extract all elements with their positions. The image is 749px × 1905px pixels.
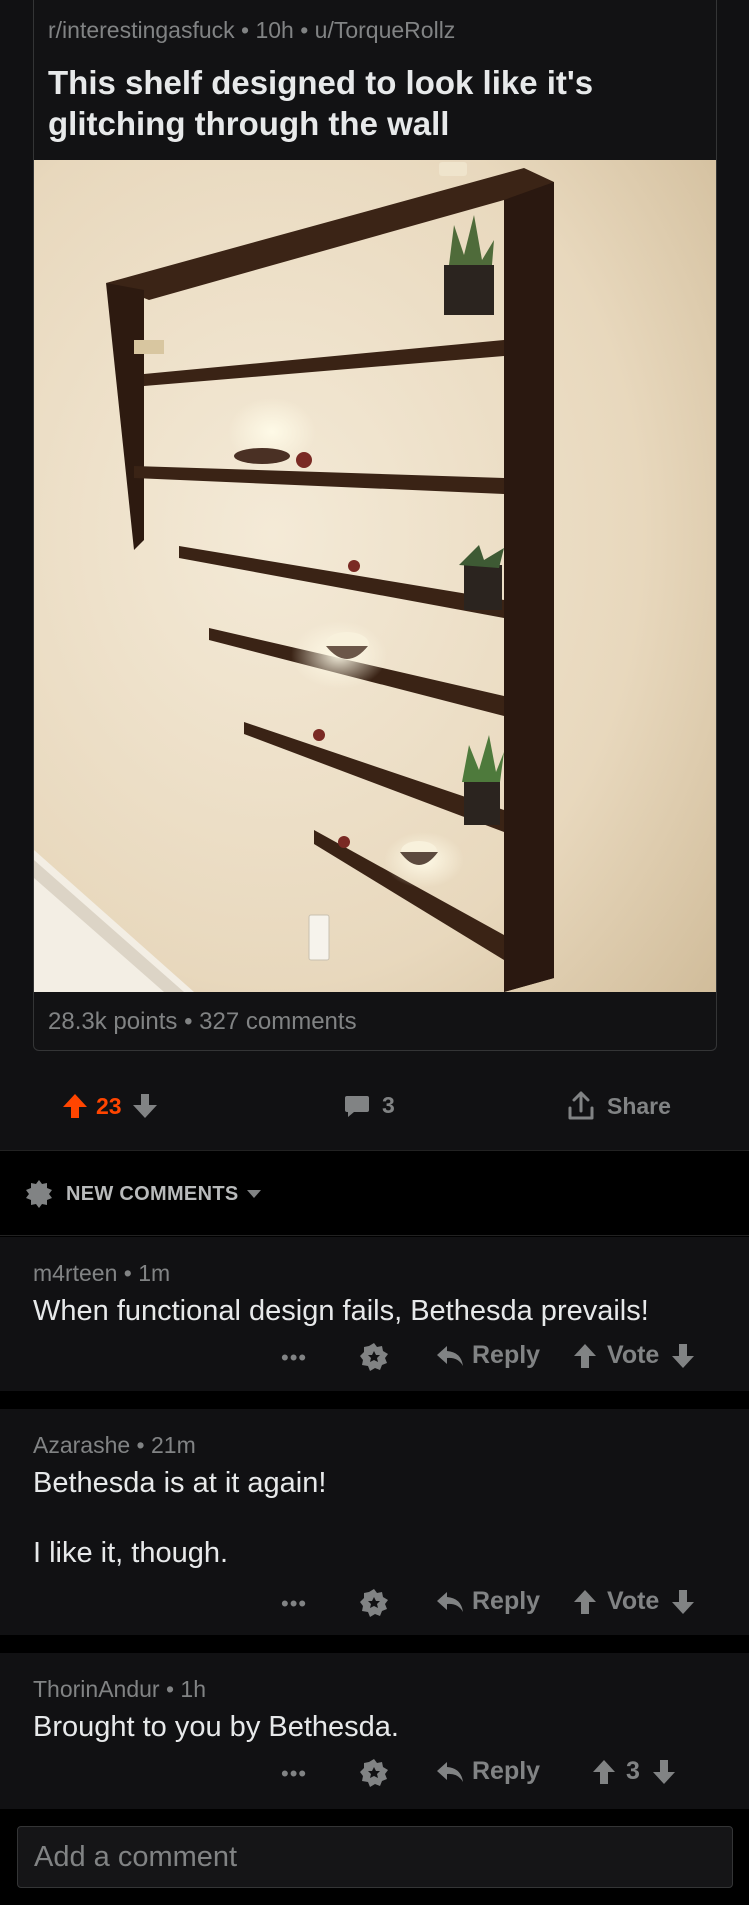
comment-body-line-1: Bethesda is at it again! xyxy=(33,1467,327,1499)
reply-button[interactable]: Reply xyxy=(436,1587,540,1616)
upvote-arrow-icon[interactable] xyxy=(592,1759,616,1785)
post-vote-count: 23 xyxy=(96,1092,122,1119)
comment-vote-group: Vote xyxy=(573,1341,695,1370)
shelf-photo xyxy=(34,160,716,992)
comment-item: m4rteen • 1m When functional design fail… xyxy=(0,1237,749,1391)
comment-body-line-2: I like it, though. xyxy=(33,1537,229,1569)
comment-vote-group: 3 xyxy=(592,1757,676,1786)
comments-button[interactable]: 3 xyxy=(344,1092,395,1119)
post-stats: 28.3k points • 327 comments xyxy=(48,1008,357,1035)
comment-item: Azarashe • 21m Bethesda is at it again! … xyxy=(0,1409,749,1635)
vote-count: 3 xyxy=(626,1757,640,1785)
comment-vote-group: Vote xyxy=(573,1587,695,1616)
add-comment-box[interactable] xyxy=(17,1826,733,1888)
post-area: r/interestingasfuck • 10h • u/TorqueRoll… xyxy=(0,0,749,1150)
comment-item: ThorinAndur • 1h Brought to you by Bethe… xyxy=(0,1653,749,1809)
share-icon xyxy=(568,1091,594,1120)
chevron-down-icon xyxy=(247,1190,262,1198)
post-image[interactable] xyxy=(34,160,716,992)
upvote-arrow-icon[interactable] xyxy=(573,1343,597,1369)
comment-meta[interactable]: Azarashe • 21m xyxy=(33,1432,196,1459)
upvote-arrow-icon[interactable] xyxy=(573,1589,597,1615)
more-dots-icon[interactable]: ••• xyxy=(281,1761,307,1787)
reply-label: Reply xyxy=(472,1341,541,1369)
comment-body: Brought to you by Bethesda. xyxy=(33,1711,399,1743)
post-meta[interactable]: r/interestingasfuck • 10h • u/TorqueRoll… xyxy=(48,17,455,44)
more-dots-icon[interactable]: ••• xyxy=(281,1345,307,1371)
comment-actions: ••• Reply Vote xyxy=(0,1339,749,1379)
reply-arrow-icon xyxy=(437,1761,463,1782)
award-icon[interactable] xyxy=(358,1757,390,1789)
add-comment-input[interactable] xyxy=(18,1827,732,1887)
comment-bubble-icon xyxy=(345,1095,369,1117)
post-title[interactable]: This shelf designed to look like it's gl… xyxy=(48,62,688,144)
vote-label: Vote xyxy=(607,1341,660,1369)
comment-actions: ••• Reply Vote xyxy=(0,1585,749,1625)
vote-label: Vote xyxy=(607,1587,660,1615)
comment-meta[interactable]: m4rteen • 1m xyxy=(33,1260,170,1287)
comment-meta[interactable]: ThorinAndur • 1h xyxy=(33,1676,206,1703)
comment-actions: ••• Reply 3 xyxy=(0,1755,749,1795)
reply-arrow-icon xyxy=(437,1345,463,1366)
post-vote-group: 23 xyxy=(62,1092,158,1120)
comment-sort-bar: NEW COMMENTS xyxy=(0,1150,749,1236)
reply-button[interactable]: Reply xyxy=(436,1757,540,1786)
award-icon[interactable] xyxy=(358,1587,390,1619)
downvote-arrow-icon[interactable] xyxy=(652,1759,676,1785)
downvote-arrow-icon[interactable] xyxy=(132,1092,158,1120)
downvote-arrow-icon[interactable] xyxy=(671,1589,695,1615)
share-label: Share xyxy=(607,1092,671,1119)
upvote-arrow-icon[interactable] xyxy=(62,1092,88,1120)
reply-arrow-icon xyxy=(437,1591,463,1612)
reply-button[interactable]: Reply xyxy=(436,1341,540,1370)
post-action-bar: 23 3 Share xyxy=(0,1078,749,1140)
sort-dropdown[interactable]: NEW COMMENTS xyxy=(24,1179,262,1209)
sort-label: NEW COMMENTS xyxy=(66,1182,239,1205)
reply-label: Reply xyxy=(472,1757,541,1785)
share-button[interactable]: Share xyxy=(565,1090,671,1122)
sort-badge-icon xyxy=(26,1180,52,1208)
comment-body: When functional design fails, Bethesda p… xyxy=(33,1295,649,1327)
comment-count-label: 3 xyxy=(382,1092,395,1118)
downvote-arrow-icon[interactable] xyxy=(671,1343,695,1369)
more-dots-icon[interactable]: ••• xyxy=(281,1591,307,1617)
reply-label: Reply xyxy=(472,1587,541,1615)
award-icon[interactable] xyxy=(358,1341,390,1373)
